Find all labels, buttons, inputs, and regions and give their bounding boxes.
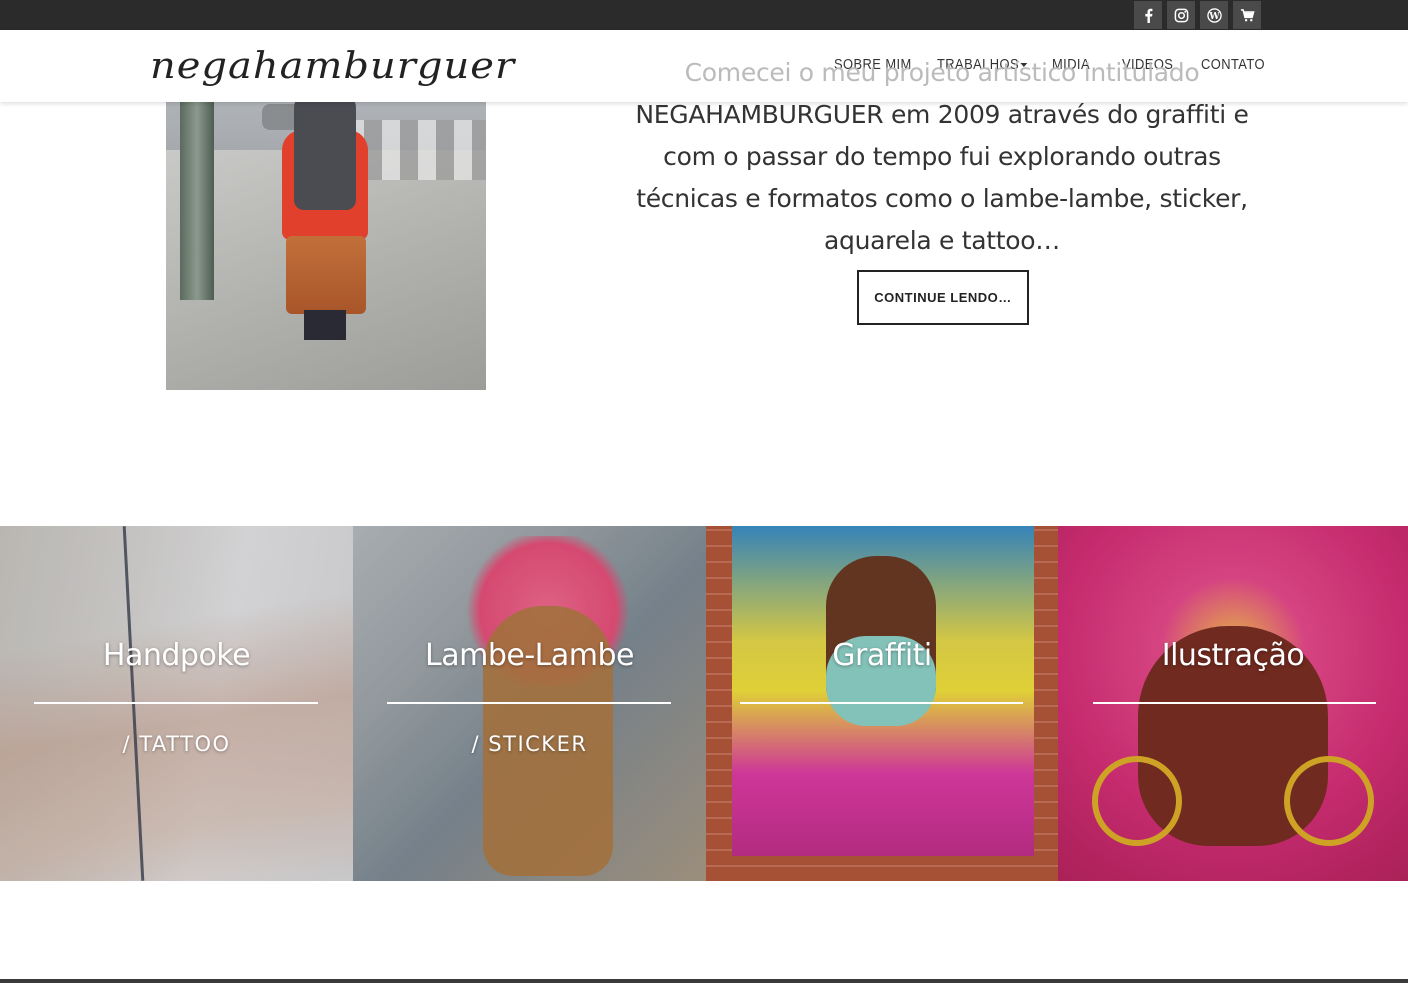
wordpress-icon[interactable]: W — [1200, 1, 1228, 29]
instagram-icon[interactable] — [1167, 1, 1195, 29]
tile-graffiti[interactable]: Graffiti — [706, 526, 1058, 881]
tile-subtitle: / TATTOO — [122, 732, 231, 756]
tile-title: Ilustração — [1161, 638, 1305, 673]
social-bar: W — [0, 0, 1408, 30]
continue-reading-button[interactable]: CONTINUE LENDO… — [857, 270, 1029, 325]
tile-divider — [387, 702, 671, 704]
tile-subtitle: / STICKER — [471, 732, 588, 756]
portfolio-tiles: Handpoke / TATTOO Lambe-Lambe / STICKER … — [0, 526, 1408, 881]
footer-edge — [0, 979, 1408, 983]
tile-lambe-lambe[interactable]: Lambe-Lambe / STICKER — [353, 526, 706, 881]
facebook-icon[interactable] — [1134, 1, 1162, 29]
tile-handpoke[interactable]: Handpoke / TATTOO — [0, 526, 353, 881]
tile-divider — [1093, 702, 1376, 704]
intro-text: Comecei o meu projeto artístico intitula… — [612, 52, 1272, 262]
intro-body: NEGAHAMBURGUER em 2009 através do graffi… — [635, 100, 1249, 255]
site-logo[interactable]: negahamburguer — [150, 44, 515, 88]
cart-icon[interactable] — [1233, 1, 1261, 29]
tile-divider — [34, 702, 318, 704]
tile-title: Handpoke — [102, 638, 251, 673]
tile-title: Lambe-Lambe — [425, 638, 634, 673]
tile-title: Graffiti — [832, 638, 932, 673]
tile-divider — [740, 702, 1023, 704]
intro-first-line: Comecei o meu projeto artístico intitula… — [684, 58, 1200, 87]
tile-ilustracao[interactable]: Ilustração — [1058, 526, 1408, 881]
svg-text:W: W — [1208, 10, 1220, 21]
